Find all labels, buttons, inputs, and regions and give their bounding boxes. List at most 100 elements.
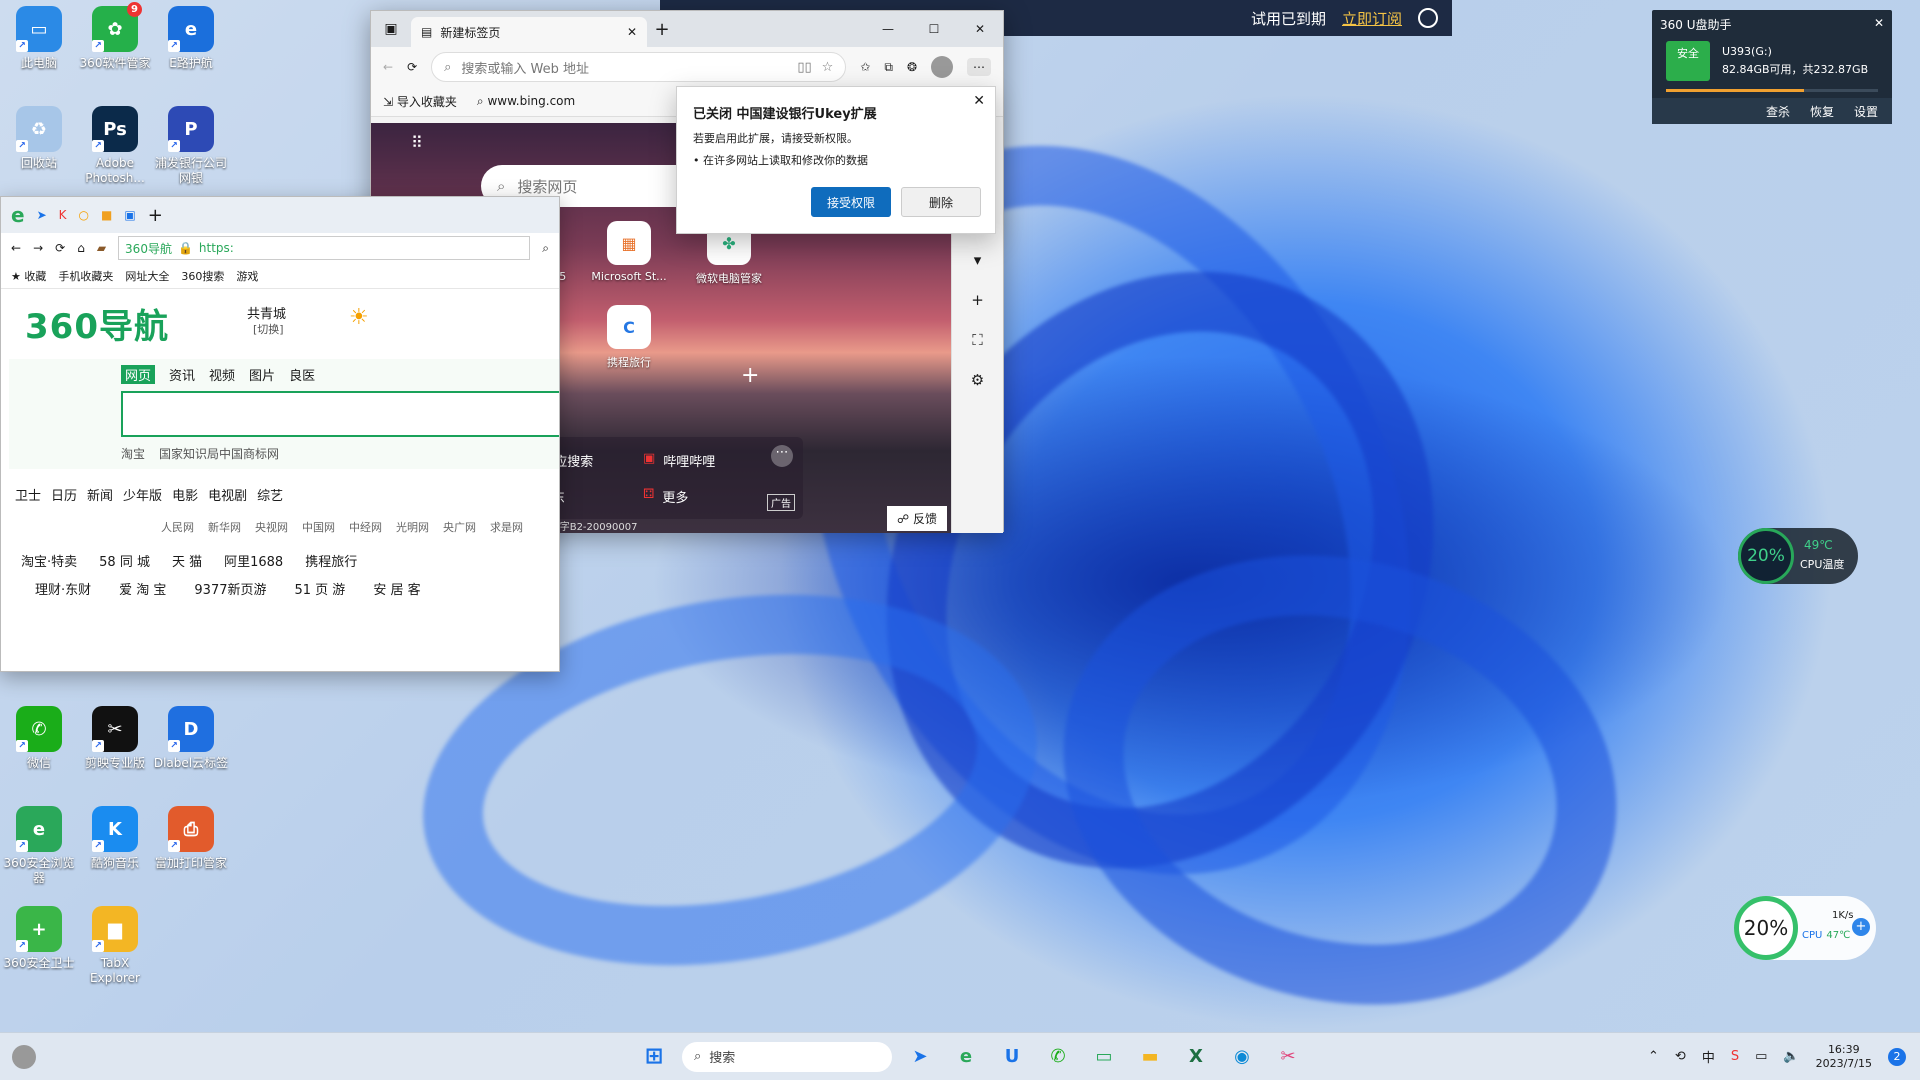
- desktop-icon[interactable]: P ↗ 浦发银行公司网银: [152, 106, 230, 186]
- desktop-icon[interactable]: ✂ ↗ 剪映专业版: [76, 706, 154, 771]
- screenshot-icon[interactable]: ⛶: [972, 331, 983, 349]
- search-input[interactable]: [121, 391, 559, 437]
- sogou-icon[interactable]: S: [1731, 1049, 1739, 1064]
- add-tile-icon[interactable]: +: [741, 363, 759, 388]
- forward-icon[interactable]: →: [33, 241, 43, 255]
- widgets-icon[interactable]: [12, 1044, 36, 1069]
- volume-icon[interactable]: 🔈: [1783, 1049, 1799, 1064]
- search-icon[interactable]: ⌕: [542, 241, 549, 256]
- extensions-icon[interactable]: ❂: [907, 60, 917, 74]
- remove-button[interactable]: 删除: [901, 187, 981, 217]
- sync-icon[interactable]: ⟲: [1675, 1049, 1686, 1064]
- home-icon[interactable]: ⌂: [77, 241, 85, 255]
- usb-action[interactable]: 恢复: [1810, 103, 1834, 119]
- app-icon[interactable]: ➤: [902, 1039, 938, 1075]
- desktop-icon[interactable]: ⎙ ↗ 富加打印管家: [152, 806, 230, 871]
- speed-dial-tile[interactable]: ▦ Microsoft St...: [581, 221, 677, 283]
- site-link[interactable]: 58 同 城: [99, 551, 150, 570]
- nav-link[interactable]: 新闻: [87, 485, 113, 504]
- fav-bing[interactable]: ⌕ www.bing.com: [477, 94, 575, 109]
- sidebar-settings-icon[interactable]: ⚙: [971, 371, 984, 389]
- app-u-icon[interactable]: U: [994, 1039, 1030, 1075]
- file-explorer-icon[interactable]: ▬: [1132, 1039, 1168, 1075]
- excel-icon[interactable]: X: [1178, 1039, 1214, 1075]
- tab-icon[interactable]: ➤: [37, 208, 47, 222]
- usb-action[interactable]: 设置: [1854, 103, 1878, 119]
- close-popup-icon[interactable]: ✕: [973, 93, 985, 109]
- close-window-icon[interactable]: ✕: [957, 22, 1003, 36]
- hot-link[interactable]: 淘宝: [121, 445, 145, 462]
- search-tab[interactable]: 网页: [121, 365, 156, 384]
- news-site-link[interactable]: 光明网: [396, 519, 429, 535]
- news-site-link[interactable]: 中国网: [302, 519, 335, 535]
- back-icon[interactable]: ←: [11, 241, 21, 255]
- usb-action[interactable]: 查杀: [1766, 103, 1790, 119]
- tab-icon[interactable]: K: [59, 208, 67, 222]
- start-icon[interactable]: ⊞: [636, 1039, 672, 1075]
- ime-indicator[interactable]: 中: [1702, 1047, 1715, 1066]
- address-bar[interactable]: ⌕ 搜索或输入 Web 地址 ▯▯ ☆: [431, 52, 847, 82]
- site-link[interactable]: 天 猫: [172, 551, 202, 570]
- news-site-link[interactable]: 求是网: [490, 519, 523, 535]
- wechat-icon[interactable]: ✆: [1040, 1039, 1076, 1075]
- bookmark-item[interactable]: 游戏: [236, 268, 258, 284]
- tab-icon[interactable]: ■: [101, 208, 112, 222]
- search-tab[interactable]: 良医: [289, 365, 315, 384]
- settings-icon[interactable]: [1418, 8, 1438, 28]
- site-link[interactable]: 9377新页游: [194, 579, 266, 598]
- feedback-button[interactable]: ☍ 反馈: [887, 506, 947, 531]
- news-site-link[interactable]: 新华网: [208, 519, 241, 535]
- desktop-icon[interactable]: e ↗ 360安全浏览器: [0, 806, 78, 886]
- profile-avatar[interactable]: [931, 56, 953, 78]
- site-link[interactable]: 阿里1688: [224, 551, 283, 570]
- news-site-link[interactable]: 央广网: [443, 519, 476, 535]
- search-tab[interactable]: 视频: [209, 365, 235, 384]
- new-tab-icon[interactable]: +: [647, 19, 677, 40]
- desktop-icon[interactable]: e ↗ E路护航: [152, 6, 230, 71]
- collapse-icon[interactable]: ▾: [974, 251, 982, 269]
- bookmark-item[interactable]: 网址大全: [125, 268, 169, 284]
- site-link[interactable]: 理财·东财: [35, 579, 91, 598]
- news-site-link[interactable]: 人民网: [161, 519, 194, 535]
- b360-address-bar[interactable]: 360导航 🔒 https:: [118, 236, 531, 260]
- clock[interactable]: 16:39 2023/7/15: [1816, 1043, 1872, 1071]
- desktop-icon[interactable]: ✿ ↗ 9 360软件管家: [76, 2, 154, 71]
- favorites-icon[interactable]: ✩: [860, 60, 870, 74]
- accept-permissions-button[interactable]: 接受权限: [811, 187, 891, 217]
- nav-link[interactable]: 电影: [172, 485, 198, 504]
- close-tab-icon[interactable]: ✕: [627, 25, 637, 39]
- add-sidebar-icon[interactable]: +: [971, 291, 984, 309]
- quick-link[interactable]: ⚃ 更多: [643, 487, 688, 506]
- desktop-icon[interactable]: D ↗ Dlabel云标签: [152, 706, 230, 771]
- refresh-icon[interactable]: ⟳: [55, 241, 65, 255]
- desktop-icon[interactable]: ✆ ↗ 微信: [0, 706, 78, 771]
- city-switch[interactable]: [切换]: [253, 321, 284, 337]
- tab-new-tab[interactable]: ▤ 新建标签页 ✕: [411, 17, 647, 47]
- chat-icon[interactable]: ▭: [1086, 1039, 1122, 1075]
- more-options-icon[interactable]: ⋯: [771, 445, 793, 467]
- news-site-link[interactable]: 央视网: [255, 519, 288, 535]
- edge-icon[interactable]: ◉: [1224, 1039, 1260, 1075]
- maximize-icon[interactable]: ☐: [911, 22, 957, 36]
- site-link[interactable]: 爱 淘 宝: [119, 579, 166, 598]
- favorite-star-icon[interactable]: ☆: [822, 60, 834, 75]
- subscribe-link[interactable]: 立即订阅: [1342, 8, 1402, 29]
- more-menu-icon[interactable]: ⋯: [967, 58, 991, 76]
- tab-icon[interactable]: ▣: [124, 208, 135, 222]
- site-link[interactable]: 安 居 客: [373, 579, 420, 598]
- hot-link[interactable]: 国家知识局中国商标网: [159, 445, 279, 462]
- taskbar-search[interactable]: ⌕ 搜索: [682, 1041, 892, 1072]
- network-icon[interactable]: ▭: [1755, 1049, 1767, 1064]
- site-link[interactable]: 淘宝·特卖: [21, 551, 77, 570]
- close-icon[interactable]: ✕: [1874, 16, 1884, 33]
- browser-360-icon[interactable]: e: [948, 1039, 984, 1075]
- reading-view-icon[interactable]: ▯▯: [797, 60, 811, 75]
- site-link[interactable]: 51 页 游: [295, 579, 346, 598]
- minimize-icon[interactable]: —: [865, 22, 911, 36]
- quick-link[interactable]: ▣ 哔哩哔哩: [643, 451, 715, 470]
- nav-link[interactable]: 少年版: [123, 485, 162, 504]
- tab-icon[interactable]: ○: [79, 208, 89, 222]
- nav-link[interactable]: 日历: [51, 485, 77, 504]
- back-icon[interactable]: ←: [383, 60, 393, 74]
- desktop-icon[interactable]: ♻ ↗ 回收站: [0, 106, 78, 171]
